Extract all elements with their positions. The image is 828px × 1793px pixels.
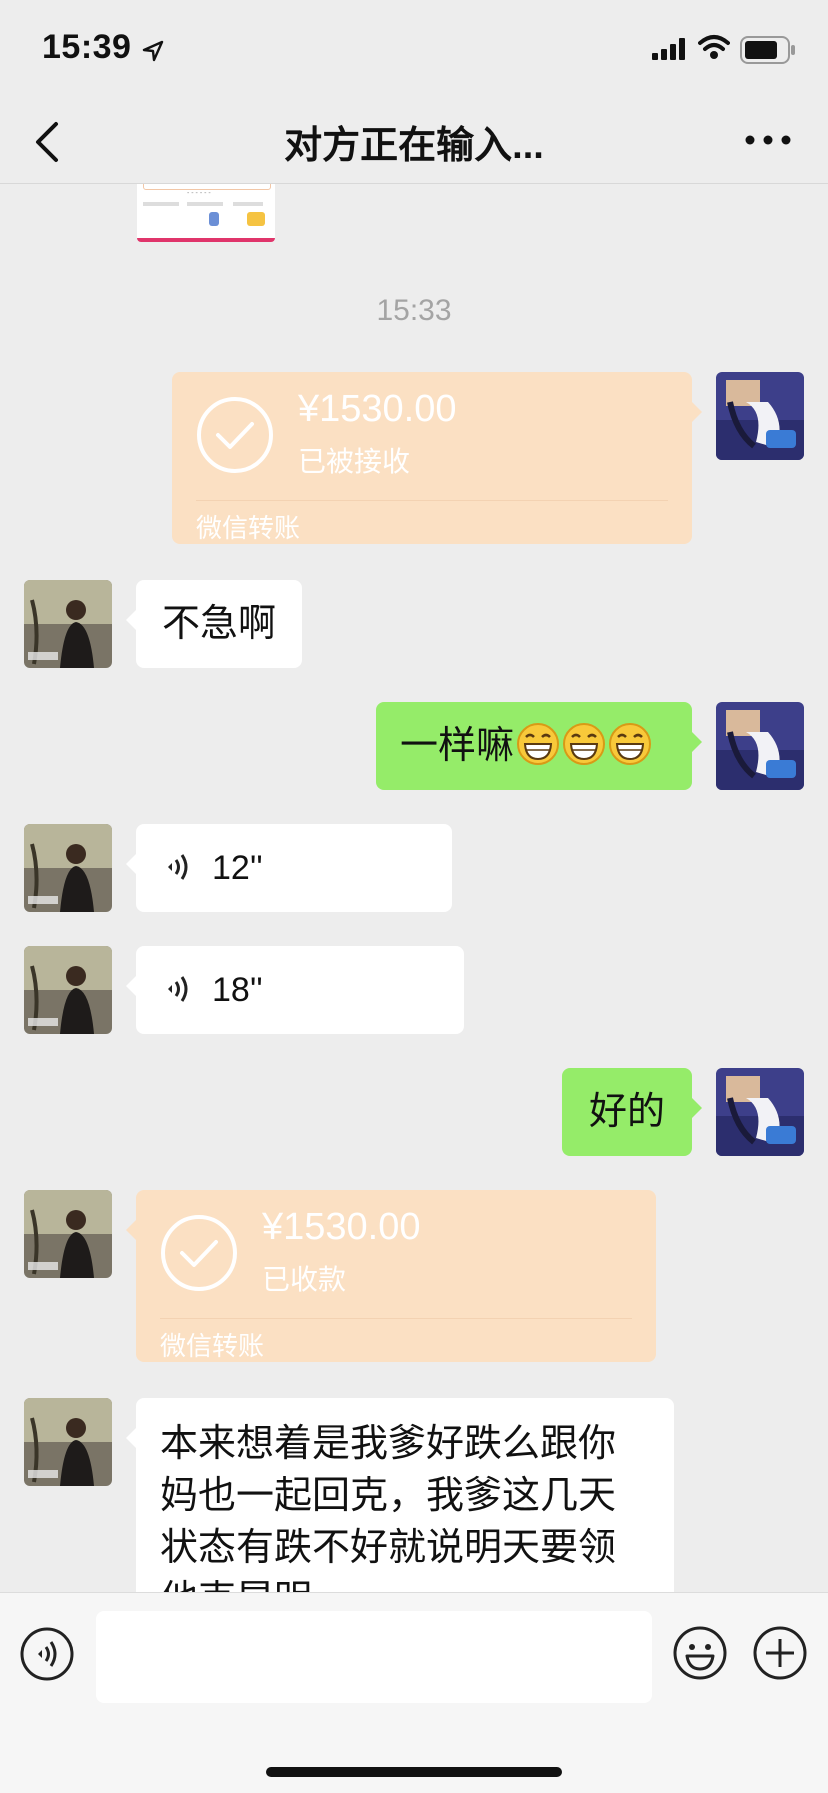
location-arrow-icon xyxy=(142,40,164,62)
battery-icon xyxy=(740,36,795,64)
divider xyxy=(196,500,668,501)
check-circle-icon xyxy=(161,1215,237,1291)
message-text-line: 状态有跌不好就说明天要领 xyxy=(160,1527,617,1569)
transfer-card-sent[interactable]: ¥1530.00 已被接收 微信转账 xyxy=(172,372,702,544)
message-input[interactable] xyxy=(96,1611,652,1703)
avatar-contact[interactable] xyxy=(24,824,112,912)
avatar-contact[interactable] xyxy=(24,1398,112,1486)
voice-input-toggle-icon[interactable] xyxy=(20,1627,74,1681)
transfer-status: 已收款 xyxy=(262,1264,347,1295)
chat-area[interactable]: - - - - - - 15:33 ¥1530.00 已被接收 微信转账 不急啊… xyxy=(0,184,828,1592)
nav-bar: 对方正在输入... xyxy=(0,100,828,184)
voice-wave-icon xyxy=(168,976,188,1002)
image-message-thumbnail[interactable]: - - - - - - xyxy=(137,184,275,242)
check-circle-icon xyxy=(197,397,273,473)
voice-message-bubble[interactable]: 18'' xyxy=(126,946,464,1034)
transfer-amount: ¥1530.00 xyxy=(262,1206,421,1248)
grin-icon xyxy=(517,723,560,765)
plus-icon[interactable] xyxy=(752,1625,808,1681)
grin-icon xyxy=(563,723,606,765)
message-text-line: 本来想着是我爹好跌么跟你 xyxy=(160,1423,617,1465)
transfer-label: 微信转账 xyxy=(196,513,301,543)
message-text-line: 他克昆明 xyxy=(160,1574,650,1592)
chat-title: 对方正在输入... xyxy=(284,125,544,167)
voice-duration: 12'' xyxy=(212,849,263,887)
message-text: 一样嘛 xyxy=(400,725,515,767)
voice-message-bubble[interactable]: 12'' xyxy=(126,824,452,912)
message-bubble-received[interactable]: 本来想着是我爹好跌么跟你 妈也一起回克，我爹这几天 状态有跌不好就说明天要领 他… xyxy=(126,1398,674,1592)
transfer-amount: ¥1530.00 xyxy=(298,388,457,430)
divider xyxy=(160,1318,632,1319)
transfer-card-received[interactable]: ¥1530.00 已收款 微信转账 xyxy=(126,1190,656,1362)
message-bubble-sent[interactable]: 好的 xyxy=(562,1068,702,1156)
voice-duration: 18'' xyxy=(212,971,263,1009)
avatar-self[interactable] xyxy=(716,702,804,790)
status-time: 15:39 xyxy=(42,28,132,66)
avatar-self[interactable] xyxy=(716,1068,804,1156)
status-bar: 15:39 xyxy=(0,0,828,100)
emoji-icon[interactable] xyxy=(672,1625,728,1681)
message-text: 不急啊 xyxy=(162,603,277,645)
message-text-line: 妈也一起回克，我爹这几天 xyxy=(160,1475,617,1517)
message-bubble-received[interactable]: 不急啊 xyxy=(125,580,303,668)
transfer-label: 微信转账 xyxy=(160,1331,265,1361)
voice-wave-icon xyxy=(168,854,188,880)
more-icon[interactable] xyxy=(742,128,794,152)
signal-icon xyxy=(652,38,685,60)
grin-icon xyxy=(609,723,652,765)
message-timestamp: 15:33 xyxy=(376,294,452,327)
transfer-status: 已被接收 xyxy=(298,446,411,477)
message-bubble-sent[interactable]: 一样嘛 xyxy=(376,702,702,790)
avatar-contact[interactable] xyxy=(24,1190,112,1278)
message-text: 好的 xyxy=(588,1091,665,1133)
avatar-contact[interactable] xyxy=(24,946,112,1034)
avatar-self[interactable] xyxy=(716,372,804,460)
input-bar xyxy=(0,1592,828,1793)
home-indicator[interactable] xyxy=(266,1767,562,1777)
avatar-contact[interactable] xyxy=(24,580,112,668)
wifi-icon xyxy=(698,35,730,59)
